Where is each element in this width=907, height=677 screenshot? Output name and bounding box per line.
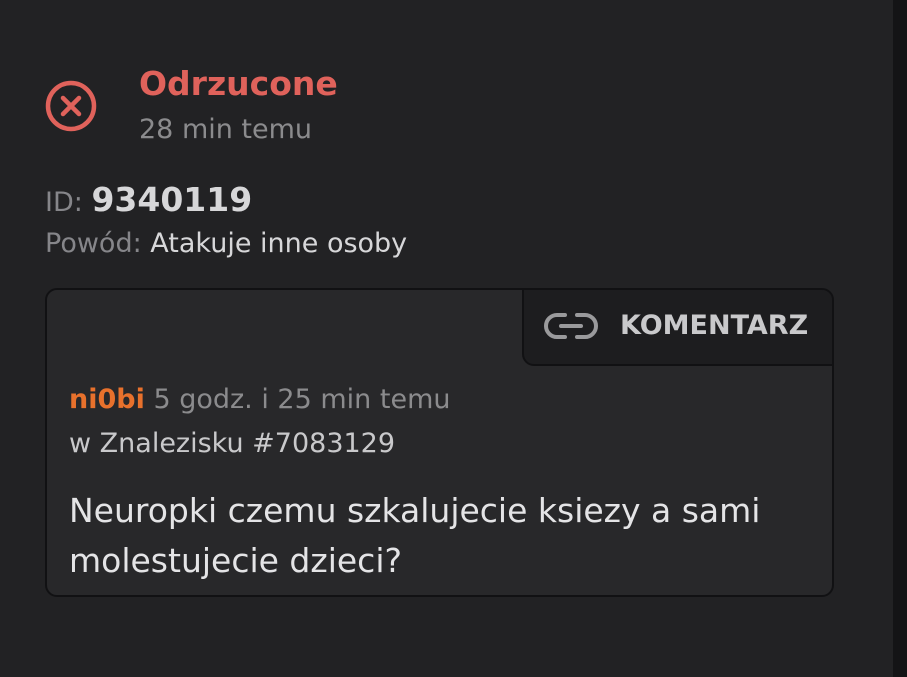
reason-value: Atakuje inne osoby <box>150 228 408 259</box>
comment-tab-label: KOMENTARZ <box>620 310 809 341</box>
moderation-panel: Odrzucone 28 min temu ID: 9340119 Powód:… <box>0 0 893 677</box>
scrollbar[interactable] <box>893 0 907 677</box>
comment-body: Neuropki czemu szkalujecie ksiezy a sami… <box>69 491 761 580</box>
status-time: 28 min temu <box>139 114 313 145</box>
comment-link-button[interactable]: KOMENTARZ <box>522 290 832 366</box>
comment-card: KOMENTARZ ni0bi 5 godz. i 25 min temu w … <box>45 288 834 597</box>
reason-row: Powód: Atakuje inne osoby <box>45 228 407 259</box>
comment-author-link[interactable]: ni0bi <box>69 384 145 415</box>
id-label: ID: <box>45 187 83 218</box>
comment-location-link[interactable]: w Znalezisku #7083129 <box>69 428 395 459</box>
reason-label: Powód: <box>45 228 142 259</box>
x-circle-icon <box>45 80 97 132</box>
comment-meta: ni0bi 5 godz. i 25 min temu <box>69 384 450 415</box>
comment-time: 5 godz. i 25 min temu <box>153 384 451 415</box>
id-row: ID: 9340119 <box>45 180 252 219</box>
link-icon <box>544 313 598 339</box>
status-title: Odrzucone <box>139 64 338 103</box>
id-value: 9340119 <box>91 180 253 219</box>
